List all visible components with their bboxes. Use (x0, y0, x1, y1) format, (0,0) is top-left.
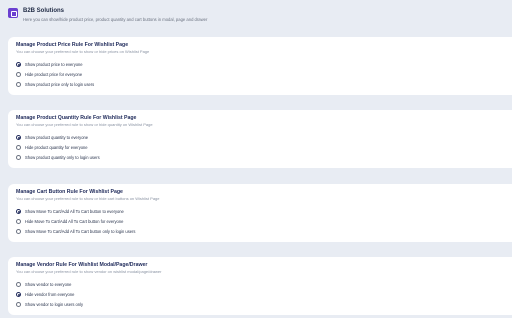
radio-button[interactable] (16, 135, 21, 140)
radio-option[interactable]: Show Move To Cart/Add All To Cart button… (16, 208, 124, 215)
radio-button[interactable] (16, 82, 21, 87)
vendor-rule-card: Manage Vendor Rule For Wishlist Modal/Pa… (8, 257, 512, 315)
radio-option[interactable]: Show product price only to login users (16, 81, 94, 88)
radio-label[interactable]: Show product price to everyone (25, 62, 83, 67)
radio-label[interactable]: Hide product quantity for everyone (25, 145, 88, 150)
card-title: Manage Product Quantity Rule For Wishlis… (16, 115, 137, 121)
radio-option[interactable]: Show product quantity to everyone (16, 134, 88, 141)
radio-option[interactable]: Hide Move To Cart/Add All To Cart button… (16, 218, 123, 225)
page-subtitle: Here you can show/hide product price, pr… (23, 17, 208, 22)
quantity-rule-card: Manage Product Quantity Rule For Wishlis… (8, 110, 512, 168)
radio-option[interactable]: Show product price to everyone (16, 61, 83, 68)
radio-option[interactable]: Show product quantity only to login user… (16, 154, 100, 161)
price-rule-card: Manage Product Price Rule For Wishlist P… (8, 37, 512, 95)
card-description: You can choose your preferred rule to sh… (16, 49, 150, 54)
page-header: B2B Solutions Here you can show/hide pro… (8, 7, 504, 29)
radio-option[interactable]: Hide vendor from everyone (16, 291, 74, 298)
card-description: You can choose your preferred rule to sh… (16, 269, 162, 274)
radio-label[interactable]: Show product quantity only to login user… (25, 155, 100, 160)
radio-label[interactable]: Show Move To Cart/Add All To Cart button… (25, 209, 124, 214)
radio-label[interactable]: Show vendor to everyone (25, 282, 71, 287)
radio-button[interactable] (16, 155, 21, 160)
b2b-icon (8, 8, 18, 18)
radio-button[interactable] (16, 209, 21, 214)
radio-label[interactable]: Hide vendor from everyone (25, 292, 74, 297)
card-description: You can choose your preferred rule to sh… (16, 122, 153, 127)
radio-label[interactable]: Show vendor to login users only (25, 302, 83, 307)
radio-option[interactable]: Hide product price for everyone (16, 71, 82, 78)
radio-label[interactable]: Show product price only to login users (25, 82, 94, 87)
radio-label[interactable]: Show Move To Cart/Add All To Cart button… (25, 229, 135, 234)
radio-button[interactable] (16, 292, 21, 297)
card-title: Manage Cart Button Rule For Wishlist Pag… (16, 189, 123, 195)
card-description: You can choose your preferred rule to sh… (16, 196, 160, 201)
card-title: Manage Vendor Rule For Wishlist Modal/Pa… (16, 262, 148, 268)
cart-button-rule-card: Manage Cart Button Rule For Wishlist Pag… (8, 184, 512, 242)
radio-option[interactable]: Hide product quantity for everyone (16, 144, 88, 151)
radio-option[interactable]: Show vendor to everyone (16, 281, 71, 288)
radio-option[interactable]: Show Move To Cart/Add All To Cart button… (16, 228, 135, 235)
radio-label[interactable]: Show product quantity to everyone (25, 135, 88, 140)
radio-label[interactable]: Hide Move To Cart/Add All To Cart button… (25, 219, 123, 224)
radio-button[interactable] (16, 62, 21, 67)
radio-button[interactable] (16, 145, 21, 150)
radio-button[interactable] (16, 282, 21, 287)
radio-button[interactable] (16, 219, 21, 224)
radio-label[interactable]: Hide product price for everyone (25, 72, 82, 77)
radio-button[interactable] (16, 72, 21, 77)
page-title: B2B Solutions (23, 8, 65, 14)
radio-button[interactable] (16, 229, 21, 234)
radio-button[interactable] (16, 302, 21, 307)
radio-option[interactable]: Show vendor to login users only (16, 301, 83, 308)
card-title: Manage Product Price Rule For Wishlist P… (16, 42, 129, 48)
